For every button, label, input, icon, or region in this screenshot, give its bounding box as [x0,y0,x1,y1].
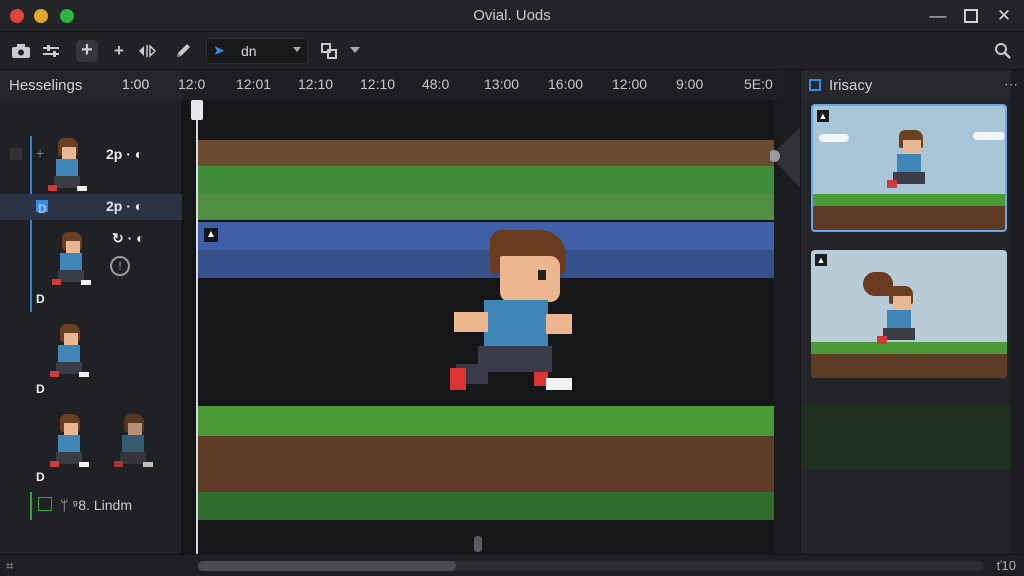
maximize-icon[interactable] [961,6,981,26]
layers-icon[interactable] [318,40,340,62]
chevron-down-icon [293,47,301,52]
ruler-tick: 12:0 [178,76,206,92]
preview-panel-title: Irisacy [829,77,873,94]
more-options-icon[interactable]: ⋯ [1004,76,1018,93]
preview-frame-selected[interactable]: ▲ [811,104,1007,232]
horizontal-scroll-thumb[interactable] [198,561,456,571]
ruler-tick: 5E:0 [744,76,773,92]
add-small-icon[interactable]: + [36,145,44,161]
mode-dropdown-label: dn [241,43,257,59]
ruler-tick: 12:10 [360,76,396,92]
layer-row-selected[interactable]: 2p · ◐ [0,194,182,220]
ground-dirt [196,436,780,492]
playhead-handle[interactable] [191,100,203,120]
layer-row[interactable]: + 2p · ◐ [0,142,182,168]
person-icon: ▲ [204,228,218,242]
sprite-frame-thumbnail[interactable] [48,414,90,476]
pencil-icon[interactable] [172,40,194,62]
preview-panel-header: Irisacy [801,70,1011,100]
ruler-tick: 1:00 [122,76,150,92]
preview-panel: Irisacy ⋯ ▲ ▲ [800,70,1018,554]
sprite-frame-thumbnail[interactable] [48,324,90,386]
ruler-tick: 12:10 [298,76,334,92]
ruler-tick: 13:00 [484,76,520,92]
ground-grass [196,406,780,436]
close-icon[interactable]: ✕ [994,6,1014,26]
grid-icon[interactable]: ⌗ [6,558,13,574]
timeline-ruler[interactable]: 1:00 12:0 12:01 12:10 12:10 48:0 13:00 1… [122,70,782,100]
canvas-scroll-handle[interactable] [474,536,482,552]
mode-dropdown[interactable]: ➤ dn [206,38,308,64]
camera-icon[interactable] [10,40,32,62]
sprite-frame-thumbnail[interactable] [46,138,88,200]
preview-frame[interactable]: ▲ [811,250,1007,378]
frame-marker: D [38,202,47,216]
dirt-tile-row [196,140,780,166]
ground-bottom-band [196,492,780,520]
grass-band-light [196,194,780,220]
frame-marker: D [36,382,45,396]
preview-ground-strip [801,406,1011,470]
ruler-tick: 12:00 [612,76,648,92]
sprite-frame-thumbnail[interactable] [50,232,92,294]
layer-footer-row[interactable]: ᛘ ⁹8. Lindm [30,492,180,520]
layers-menu-chevron-icon[interactable] [344,40,366,62]
layer-value: 2p · ◐ [106,198,144,214]
layers-panel-title: Hesselings [9,77,83,94]
ruler-tick: 12:01 [236,76,272,92]
sprite-canvas[interactable]: ▲ [182,100,782,554]
info-icon[interactable]: ! [110,256,130,276]
horizontal-scrollbar[interactable] [198,561,984,571]
footer-label: ᛘ ⁹8. Lindm [60,497,132,513]
frame-marker: D [36,470,45,484]
sliders-icon[interactable] [40,40,62,62]
zoom-indicator: ť10 [996,558,1016,573]
layer-value: ↻ · ◐ [112,230,145,246]
playhead-line[interactable] [196,100,198,554]
add-small-icon[interactable]: + [108,40,130,62]
layer-value: 2p · ◐ [106,146,144,162]
preview-icon [809,79,821,91]
ruler-tick: 9:00 [676,76,704,92]
ruler-tick: 48:0 [422,76,450,92]
layers-panel-header: Hesselings [0,70,182,100]
sprite-frame-thumbnail[interactable] [112,414,154,476]
title-bar: Ovial. Uods — ✕ [0,0,1024,32]
grass-band [196,166,780,194]
add-icon[interactable]: + [76,40,98,62]
layers-panel: Hesselings + 2p · ◐ 2p · ◐ ↻ · ◐ ! D D D… [0,70,182,554]
footer-checkbox[interactable] [38,497,52,511]
arrow-right-icon: ➤ [213,42,225,58]
window-title: Ovial. Uods [473,7,551,24]
frame-marker: D [36,292,45,306]
footer-indicator [30,492,32,520]
hero-sprite[interactable] [450,230,580,400]
person-icon: ▲ [815,254,827,266]
status-bar: ⌗ ť10 [0,554,1024,576]
minimize-icon[interactable]: — [928,6,948,26]
person-icon: ▲ [817,110,829,122]
search-icon[interactable] [992,40,1014,62]
flip-icon[interactable] [136,40,158,62]
visibility-toggle-icon[interactable] [10,148,22,160]
toolbar: + + ➤ dn [0,32,1024,70]
ruler-tick: 16:00 [548,76,584,92]
